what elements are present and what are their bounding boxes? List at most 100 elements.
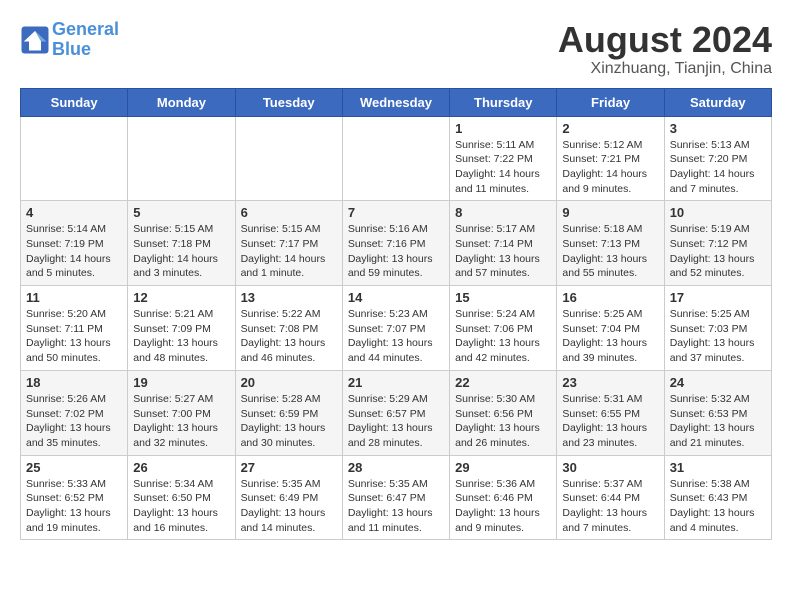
day-info: Sunrise: 5:25 AMSunset: 7:03 PMDaylight:… xyxy=(670,307,766,366)
calendar-cell: 16Sunrise: 5:25 AMSunset: 7:04 PMDayligh… xyxy=(557,286,664,371)
calendar-cell: 31 Sunrise: 5:38 AMSunset: 6:43 PMDayligh… xyxy=(664,455,771,540)
calendar-cell xyxy=(235,116,342,201)
calendar-cell: 26 Sunrise: 5:34 AMSunset: 6:50 PMDayligh… xyxy=(128,455,235,540)
calendar-cell: 8 Sunrise: 5:17 AMSunset: 7:14 PMDaylight… xyxy=(450,201,557,286)
calendar-cell xyxy=(128,116,235,201)
day-number: 24 xyxy=(670,375,766,390)
week-row-5: 25 Sunrise: 5:33 AMSunset: 6:52 PMDayligh… xyxy=(21,455,772,540)
calendar-table: SundayMondayTuesdayWednesdayThursdayFrid… xyxy=(20,88,772,541)
calendar-cell: 23 Sunrise: 5:31 AMSunset: 6:55 PMDayligh… xyxy=(557,370,664,455)
day-info: Sunrise: 5:26 AMSunset: 7:02 PMDaylight:… xyxy=(26,392,122,451)
day-info: Sunrise: 5:12 AMSunset: 7:21 PMDaylight:… xyxy=(562,138,658,197)
day-number: 10 xyxy=(670,205,766,220)
day-info: Sunrise: 5:38 AMSunset: 6:43 PMDaylight:… xyxy=(670,477,766,536)
day-number: 21 xyxy=(348,375,444,390)
day-number: 25 xyxy=(26,460,122,475)
day-number: 26 xyxy=(133,460,229,475)
day-info: Sunrise: 5:24 AMSunset: 7:06 PMDaylight:… xyxy=(455,307,551,366)
day-number: 18 xyxy=(26,375,122,390)
calendar-cell: 14Sunrise: 5:23 AMSunset: 7:07 PMDayligh… xyxy=(342,286,449,371)
calendar-cell: 10 Sunrise: 5:19 AMSunset: 7:12 PMDayligh… xyxy=(664,201,771,286)
calendar-cell: 17Sunrise: 5:25 AMSunset: 7:03 PMDayligh… xyxy=(664,286,771,371)
day-info: Sunrise: 5:17 AMSunset: 7:14 PMDaylight:… xyxy=(455,222,551,281)
calendar-cell: 13Sunrise: 5:22 AMSunset: 7:08 PMDayligh… xyxy=(235,286,342,371)
col-header-saturday: Saturday xyxy=(664,88,771,116)
day-info: Sunrise: 5:16 AMSunset: 7:16 PMDaylight:… xyxy=(348,222,444,281)
logo-icon xyxy=(20,25,50,55)
week-row-1: 1 Sunrise: 5:11 AMSunset: 7:22 PMDaylight… xyxy=(21,116,772,201)
day-info: Sunrise: 5:34 AMSunset: 6:50 PMDaylight:… xyxy=(133,477,229,536)
calendar-cell: 19 Sunrise: 5:27 AMSunset: 7:00 PMDayligh… xyxy=(128,370,235,455)
col-header-sunday: Sunday xyxy=(21,88,128,116)
calendar-cell: 30 Sunrise: 5:37 AMSunset: 6:44 PMDayligh… xyxy=(557,455,664,540)
day-number: 19 xyxy=(133,375,229,390)
week-row-3: 11 Sunrise: 5:20 AMSunset: 7:11 PMDayligh… xyxy=(21,286,772,371)
calendar-cell: 18 Sunrise: 5:26 AMSunset: 7:02 PMDayligh… xyxy=(21,370,128,455)
calendar-cell: 22 Sunrise: 5:30 AMSunset: 6:56 PMDayligh… xyxy=(450,370,557,455)
calendar-cell: 1 Sunrise: 5:11 AMSunset: 7:22 PMDaylight… xyxy=(450,116,557,201)
col-header-friday: Friday xyxy=(557,88,664,116)
day-number: 30 xyxy=(562,460,658,475)
day-number: 8 xyxy=(455,205,551,220)
calendar-cell: 27 Sunrise: 5:35 AMSunset: 6:49 PMDayligh… xyxy=(235,455,342,540)
calendar-cell xyxy=(21,116,128,201)
day-number: 3 xyxy=(670,121,766,136)
day-number: 9 xyxy=(562,205,658,220)
day-number: 4 xyxy=(26,205,122,220)
location: Xinzhuang, Tianjin, China xyxy=(558,60,772,78)
day-info: Sunrise: 5:35 AMSunset: 6:47 PMDaylight:… xyxy=(348,477,444,536)
day-number: 15 xyxy=(455,290,551,305)
day-info: Sunrise: 5:25 AMSunset: 7:04 PMDaylight:… xyxy=(562,307,658,366)
col-header-thursday: Thursday xyxy=(450,88,557,116)
day-number: 28 xyxy=(348,460,444,475)
day-number: 27 xyxy=(241,460,337,475)
col-header-monday: Monday xyxy=(128,88,235,116)
calendar-cell xyxy=(342,116,449,201)
day-info: Sunrise: 5:19 AMSunset: 7:12 PMDaylight:… xyxy=(670,222,766,281)
week-row-4: 18 Sunrise: 5:26 AMSunset: 7:02 PMDayligh… xyxy=(21,370,772,455)
month-year: August 2024 xyxy=(558,20,772,60)
day-info: Sunrise: 5:15 AMSunset: 7:18 PMDaylight:… xyxy=(133,222,229,281)
day-number: 7 xyxy=(348,205,444,220)
col-header-tuesday: Tuesday xyxy=(235,88,342,116)
calendar-cell: 11 Sunrise: 5:20 AMSunset: 7:11 PMDayligh… xyxy=(21,286,128,371)
week-row-2: 4Sunrise: 5:14 AMSunset: 7:19 PMDaylight… xyxy=(21,201,772,286)
day-number: 2 xyxy=(562,121,658,136)
calendar-cell: 12Sunrise: 5:21 AMSunset: 7:09 PMDayligh… xyxy=(128,286,235,371)
day-number: 11 xyxy=(26,290,122,305)
day-info: Sunrise: 5:21 AMSunset: 7:09 PMDaylight:… xyxy=(133,307,229,366)
day-info: Sunrise: 5:28 AMSunset: 6:59 PMDaylight:… xyxy=(241,392,337,451)
day-info: Sunrise: 5:32 AMSunset: 6:53 PMDaylight:… xyxy=(670,392,766,451)
day-number: 29 xyxy=(455,460,551,475)
day-info: Sunrise: 5:20 AMSunset: 7:11 PMDaylight:… xyxy=(26,307,122,366)
day-number: 22 xyxy=(455,375,551,390)
day-info: Sunrise: 5:37 AMSunset: 6:44 PMDaylight:… xyxy=(562,477,658,536)
day-info: Sunrise: 5:36 AMSunset: 6:46 PMDaylight:… xyxy=(455,477,551,536)
day-info: Sunrise: 5:33 AMSunset: 6:52 PMDaylight:… xyxy=(26,477,122,536)
day-number: 6 xyxy=(241,205,337,220)
day-info: Sunrise: 5:31 AMSunset: 6:55 PMDaylight:… xyxy=(562,392,658,451)
day-info: Sunrise: 5:27 AMSunset: 7:00 PMDaylight:… xyxy=(133,392,229,451)
calendar-cell: 9Sunrise: 5:18 AMSunset: 7:13 PMDaylight… xyxy=(557,201,664,286)
day-info: Sunrise: 5:11 AMSunset: 7:22 PMDaylight:… xyxy=(455,138,551,197)
day-info: Sunrise: 5:15 AMSunset: 7:17 PMDaylight:… xyxy=(241,222,337,281)
calendar-cell: 6 Sunrise: 5:15 AMSunset: 7:17 PMDaylight… xyxy=(235,201,342,286)
calendar-cell: 25 Sunrise: 5:33 AMSunset: 6:52 PMDayligh… xyxy=(21,455,128,540)
calendar-cell: 28 Sunrise: 5:35 AMSunset: 6:47 PMDayligh… xyxy=(342,455,449,540)
day-number: 31 xyxy=(670,460,766,475)
calendar-cell: 24 Sunrise: 5:32 AMSunset: 6:53 PMDayligh… xyxy=(664,370,771,455)
logo-line2: Blue xyxy=(52,39,91,59)
day-number: 5 xyxy=(133,205,229,220)
calendar-cell: 5 Sunrise: 5:15 AMSunset: 7:18 PMDaylight… xyxy=(128,201,235,286)
title-block: August 2024 Xinzhuang, Tianjin, China xyxy=(558,20,772,78)
day-info: Sunrise: 5:13 AMSunset: 7:20 PMDaylight:… xyxy=(670,138,766,197)
day-info: Sunrise: 5:35 AMSunset: 6:49 PMDaylight:… xyxy=(241,477,337,536)
logo: General Blue xyxy=(20,20,119,60)
calendar-cell: 3 Sunrise: 5:13 AMSunset: 7:20 PMDaylight… xyxy=(664,116,771,201)
day-info: Sunrise: 5:30 AMSunset: 6:56 PMDaylight:… xyxy=(455,392,551,451)
day-number: 1 xyxy=(455,121,551,136)
calendar-cell: 7 Sunrise: 5:16 AMSunset: 7:16 PMDaylight… xyxy=(342,201,449,286)
calendar-cell: 29 Sunrise: 5:36 AMSunset: 6:46 PMDayligh… xyxy=(450,455,557,540)
day-number: 23 xyxy=(562,375,658,390)
calendar-cell: 4Sunrise: 5:14 AMSunset: 7:19 PMDaylight… xyxy=(21,201,128,286)
